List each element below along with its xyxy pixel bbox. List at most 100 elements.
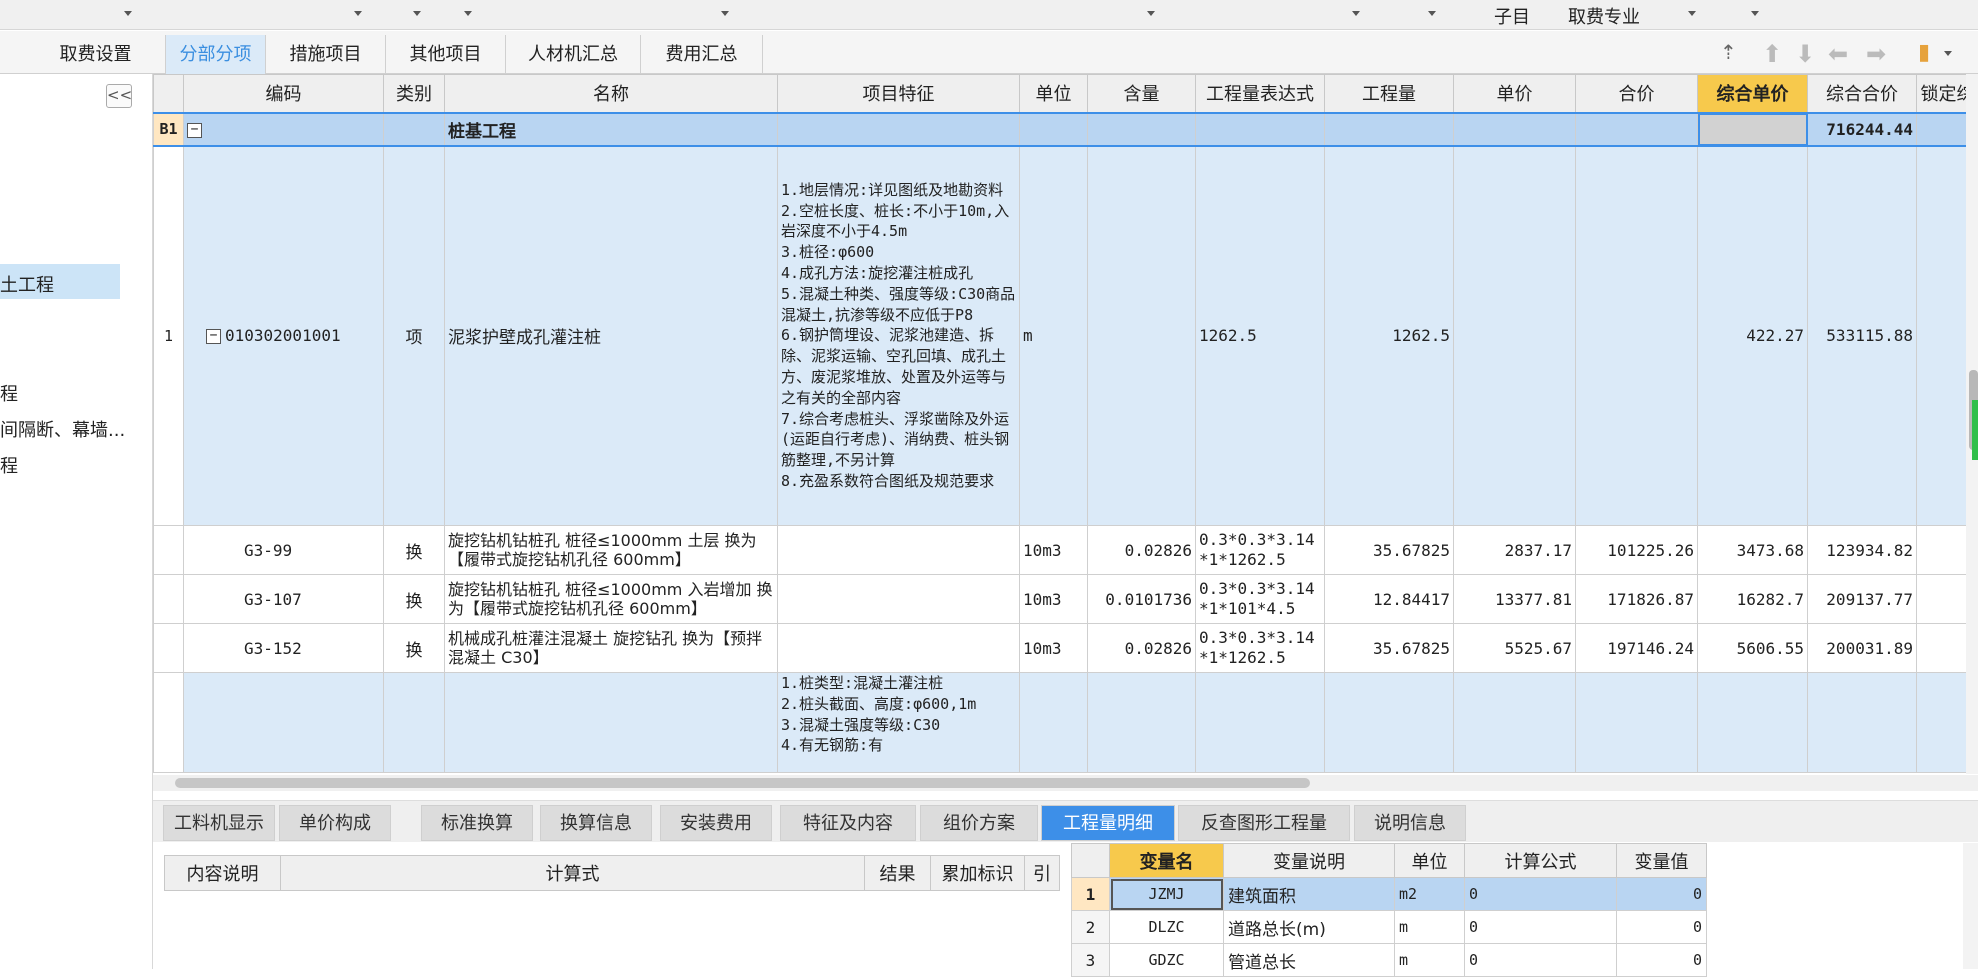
- table-row[interactable]: G3-99 换 旋挖钻机钻桩孔 桩径≤1000mm 土层 换为【履带式旋挖钻机孔…: [154, 526, 1978, 575]
- tree-item[interactable]: 程: [0, 452, 18, 478]
- var-value-cell[interactable]: 0: [1617, 878, 1707, 911]
- tab-labor-material-display[interactable]: 工料机显示: [163, 805, 275, 841]
- tab-other-items[interactable]: 其他项目: [386, 35, 506, 74]
- tree-item[interactable]: 土工程: [0, 271, 54, 297]
- col-var-unit[interactable]: 单位: [1395, 844, 1465, 878]
- tree-item[interactable]: 程: [0, 380, 18, 406]
- tab-unit-price-composition[interactable]: 单价构成: [279, 805, 391, 841]
- dropdown-arrow-icon[interactable]: [721, 11, 729, 16]
- var-value-cell[interactable]: 0: [1617, 944, 1707, 977]
- code-cell[interactable]: G3-99: [184, 526, 384, 575]
- expr-cell[interactable]: 0.3*0.3*3.14*1*1262.5: [1196, 624, 1325, 673]
- tree-item[interactable]: 间隔断、幕墙...: [0, 416, 125, 442]
- tab-installation-fee[interactable]: 安装费用: [660, 805, 772, 841]
- col-code[interactable]: 编码: [184, 75, 384, 113]
- table-row[interactable]: G3-152 换 机械成孔桩灌注混凝土 旋挖钻孔 换为【预拌混凝土 C30】 1…: [154, 624, 1978, 673]
- col-unit[interactable]: 单位: [1020, 75, 1088, 113]
- name-cell[interactable]: [445, 673, 778, 773]
- tab-conversion-info[interactable]: 换算信息: [540, 805, 652, 841]
- col-var-value[interactable]: 变量值: [1617, 844, 1707, 878]
- variables-scrollbar[interactable]: [1963, 843, 1978, 969]
- variable-row[interactable]: 3 GDZC 管道总长 m 0 0: [1072, 944, 1707, 977]
- code-cell[interactable]: G3-107: [184, 575, 384, 624]
- dropdown-arrow-icon[interactable]: [354, 11, 362, 16]
- var-formula-cell[interactable]: 0: [1465, 878, 1617, 911]
- table-row[interactable]: 1.桩类型:混凝土灌注桩 2.桩头截面、高度:φ600,1m 3.混凝土强度等级…: [154, 673, 1978, 773]
- variable-row[interactable]: 2 DLZC 道路总长(m) m 0 0: [1072, 911, 1707, 944]
- name-cell[interactable]: 机械成孔桩灌注混凝土 旋挖钻孔 换为【预拌混凝土 C30】: [445, 624, 778, 673]
- code-cell[interactable]: −010302001001: [184, 146, 384, 526]
- tab-division-items[interactable]: 分部分项: [166, 35, 266, 74]
- dropdown-arrow-icon[interactable]: [1688, 11, 1696, 16]
- var-name-cell[interactable]: JZMJ: [1110, 878, 1224, 911]
- tab-quantity-details[interactable]: 工程量明细: [1041, 805, 1175, 841]
- col-total[interactable]: 合价: [1576, 75, 1698, 113]
- tab-pricing-scheme[interactable]: 组价方案: [920, 805, 1038, 841]
- horizontal-scroll-thumb[interactable]: [175, 778, 1310, 788]
- var-desc-cell[interactable]: 建筑面积: [1224, 878, 1395, 911]
- tab-reverse-graphic-quantity[interactable]: 反查图形工程量: [1178, 805, 1350, 841]
- highlight-icon[interactable]: ▮: [1918, 40, 1930, 65]
- expr-cell[interactable]: 0.3*0.3*3.14*1*1262.5: [1196, 526, 1325, 575]
- move-left-icon[interactable]: ⬅: [1828, 40, 1848, 68]
- col-name[interactable]: 名称: [445, 75, 778, 113]
- code-cell[interactable]: G3-152: [184, 624, 384, 673]
- var-unit-cell[interactable]: m2: [1395, 878, 1465, 911]
- name-cell[interactable]: 桩基工程: [445, 113, 778, 146]
- collapse-panel-button[interactable]: <<: [106, 84, 132, 108]
- dropdown-arrow-icon[interactable]: [1352, 11, 1360, 16]
- fee-specialty-dropdown[interactable]: 取费专业: [1568, 3, 1640, 29]
- var-desc-cell[interactable]: 道路总长(m): [1224, 911, 1395, 944]
- dropdown-arrow-icon[interactable]: [1147, 11, 1155, 16]
- tab-cost-summary[interactable]: 费用汇总: [641, 35, 763, 74]
- tab-features-content[interactable]: 特征及内容: [780, 805, 916, 841]
- variable-row[interactable]: 1 JZMJ 建筑面积 m2 0 0: [1072, 878, 1707, 911]
- move-down-icon[interactable]: ⬇: [1795, 40, 1815, 68]
- move-right-icon[interactable]: ➡: [1866, 40, 1886, 68]
- dropdown-arrow-icon[interactable]: [1428, 11, 1436, 16]
- col-var-desc[interactable]: 变量说明: [1224, 844, 1395, 878]
- expr-cell[interactable]: 0.3*0.3*3.14*1*101*4.5: [1196, 575, 1325, 624]
- col-reference[interactable]: 引: [1025, 856, 1060, 891]
- var-name-cell[interactable]: GDZC: [1110, 944, 1224, 977]
- var-unit-cell[interactable]: m: [1395, 944, 1465, 977]
- dropdown-arrow-icon[interactable]: [124, 11, 132, 16]
- subitem-dropdown[interactable]: 子目: [1494, 3, 1530, 29]
- name-cell[interactable]: 泥浆护壁成孔灌注桩: [445, 146, 778, 526]
- col-type[interactable]: 类别: [384, 75, 445, 113]
- col-composite-total[interactable]: 综合合价: [1808, 75, 1917, 113]
- code-cell[interactable]: −: [184, 113, 384, 146]
- move-up-icon[interactable]: ⬆: [1762, 40, 1782, 68]
- tab-measure-items[interactable]: 措施项目: [266, 35, 386, 74]
- selected-cell[interactable]: [1698, 113, 1808, 146]
- tab-description[interactable]: 说明信息: [1354, 805, 1466, 841]
- tab-standard-conversion[interactable]: 标准换算: [421, 805, 533, 841]
- var-unit-cell[interactable]: m: [1395, 911, 1465, 944]
- table-row-section[interactable]: B1 − 桩基工程 716244.44: [154, 113, 1978, 146]
- col-qty[interactable]: 工程量: [1325, 75, 1454, 113]
- col-var-formula[interactable]: 计算公式: [1465, 844, 1617, 878]
- dropdown-arrow-icon[interactable]: [464, 11, 472, 16]
- col-qty-expr[interactable]: 工程量表达式: [1196, 75, 1325, 113]
- dropdown-arrow-icon[interactable]: [413, 11, 421, 16]
- code-cell[interactable]: [184, 673, 384, 773]
- col-content[interactable]: 含量: [1088, 75, 1196, 113]
- var-value-cell[interactable]: 0: [1617, 911, 1707, 944]
- table-row[interactable]: G3-107 换 旋挖钻机钻桩孔 桩径≤1000mm 入岩增加 换为【履带式旋挖…: [154, 575, 1978, 624]
- col-accumulate-flag[interactable]: 累加标识: [931, 856, 1025, 891]
- collapse-icon[interactable]: −: [187, 123, 202, 138]
- name-cell[interactable]: 旋挖钻机钻桩孔 桩径≤1000mm 入岩增加 换为【履带式旋挖钻机孔径 600m…: [445, 575, 778, 624]
- move-top-icon[interactable]: ⇡: [1720, 40, 1737, 64]
- dropdown-arrow-icon[interactable]: [1751, 11, 1759, 16]
- col-result[interactable]: 结果: [865, 856, 931, 891]
- var-formula-cell[interactable]: 0: [1465, 944, 1617, 977]
- col-var-name[interactable]: 变量名: [1110, 844, 1224, 878]
- var-desc-cell[interactable]: 管道总长: [1224, 944, 1395, 977]
- expr-cell[interactable]: 1262.5: [1196, 146, 1325, 526]
- col-composite-unit-price[interactable]: 综合单价: [1698, 75, 1808, 113]
- col-unit-price[interactable]: 单价: [1454, 75, 1576, 113]
- col-formula[interactable]: 计算式: [281, 856, 865, 891]
- var-name-cell[interactable]: DLZC: [1110, 911, 1224, 944]
- var-formula-cell[interactable]: 0: [1465, 911, 1617, 944]
- feature-cell[interactable]: 1.桩类型:混凝土灌注桩 2.桩头截面、高度:φ600,1m 3.混凝土强度等级…: [778, 673, 1020, 773]
